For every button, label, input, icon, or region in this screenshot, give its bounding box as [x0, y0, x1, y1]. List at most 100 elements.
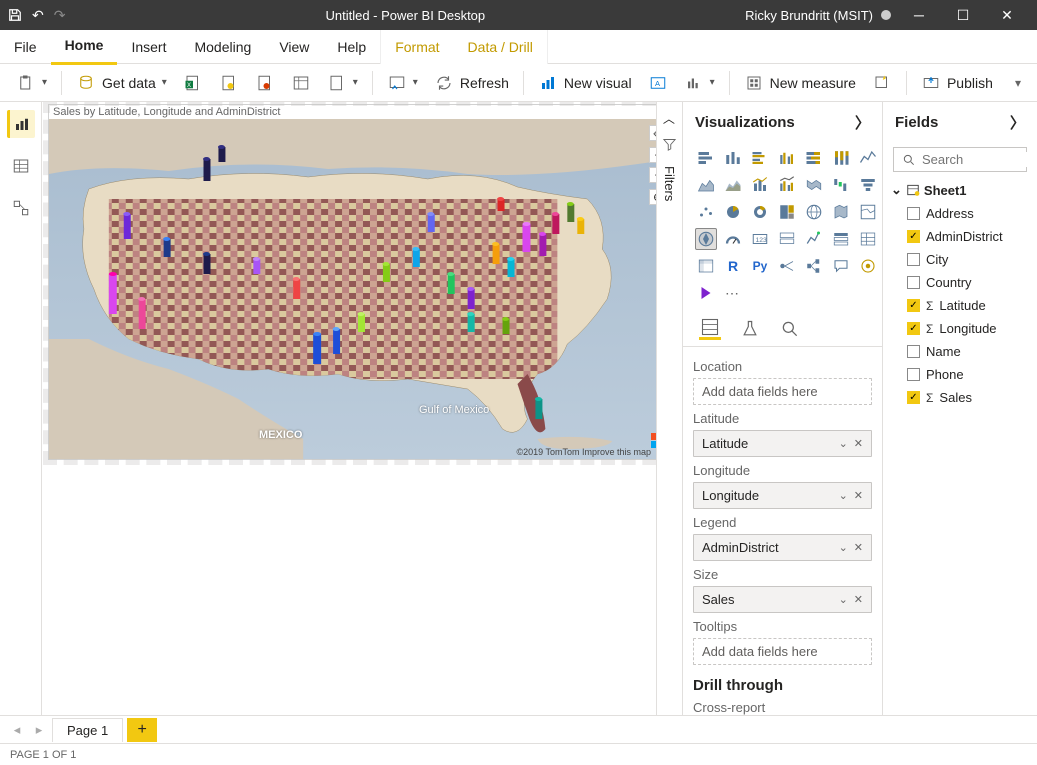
- pbi-datasets-button[interactable]: [213, 69, 245, 97]
- menu-insert[interactable]: Insert: [117, 30, 180, 64]
- longitude-well[interactable]: Longitude⌄✕: [693, 482, 872, 509]
- more-visuals-icon[interactable]: ⋯: [722, 282, 744, 304]
- sql-button[interactable]: [249, 69, 281, 97]
- field-admindistrict[interactable]: AdminDistrict: [891, 225, 1029, 248]
- py-visual-icon[interactable]: Py: [749, 255, 771, 277]
- model-view-button[interactable]: [7, 194, 35, 222]
- decomposition-icon[interactable]: [803, 255, 825, 277]
- tooltips-well[interactable]: Add data fields here: [693, 638, 872, 665]
- slicer-icon[interactable]: [830, 228, 852, 250]
- recent-button[interactable]: ▾: [321, 69, 364, 97]
- shape-map-icon[interactable]: [857, 201, 879, 223]
- ribbon-overflow[interactable]: ▾: [1009, 72, 1027, 94]
- treemap-icon[interactable]: [776, 201, 798, 223]
- field-name[interactable]: Name: [891, 340, 1029, 363]
- arcgis-icon[interactable]: [857, 255, 879, 277]
- paste-button[interactable]: ▾: [10, 69, 53, 97]
- maximize-button[interactable]: ☐: [941, 7, 985, 24]
- user-name[interactable]: Ricky Brundritt (MSIT): [745, 8, 891, 23]
- donut-icon[interactable]: [749, 201, 771, 223]
- stacked-column-icon[interactable]: [722, 147, 744, 169]
- pie-icon[interactable]: [722, 201, 744, 223]
- close-button[interactable]: ✕: [985, 7, 1029, 24]
- map-visual[interactable]: Sales by Latitude, Longitude and AdminDi…: [48, 104, 656, 460]
- multirow-card-icon[interactable]: [776, 228, 798, 250]
- add-page-button[interactable]: +: [127, 718, 157, 742]
- map-compass-icon[interactable]: ⊕: [649, 189, 656, 205]
- scatter-icon[interactable]: [695, 201, 717, 223]
- field-longitude[interactable]: ΣLongitude: [891, 317, 1029, 340]
- getdata-button[interactable]: Get data▾: [70, 69, 173, 97]
- textbox-button[interactable]: A: [642, 69, 674, 97]
- line-stacked-icon[interactable]: [749, 174, 771, 196]
- legend-well[interactable]: AdminDistrict⌄✕: [693, 534, 872, 561]
- menu-file[interactable]: File: [0, 30, 51, 64]
- excel-button[interactable]: X: [177, 69, 209, 97]
- format-tab-icon[interactable]: [739, 318, 761, 340]
- line-clustered-icon[interactable]: [776, 174, 798, 196]
- filters-pane-collapsed[interactable]: 〈 Filters: [656, 102, 682, 715]
- enterdata-button[interactable]: [285, 69, 317, 97]
- menu-view[interactable]: View: [265, 30, 323, 64]
- stacked-area-icon[interactable]: [722, 174, 744, 196]
- map-zoom-in[interactable]: +: [649, 147, 656, 163]
- stacked-bar100-icon[interactable]: [803, 147, 825, 169]
- key-influencers-icon[interactable]: [776, 255, 798, 277]
- map-zoom-out[interactable]: −: [649, 167, 656, 183]
- area-icon[interactable]: [695, 174, 717, 196]
- fields-pane-collapse-icon[interactable]: 〉: [1010, 112, 1025, 133]
- newvisual-button[interactable]: New visual: [532, 69, 638, 97]
- redo-icon[interactable]: ↷: [54, 7, 66, 24]
- field-latitude[interactable]: ΣLatitude: [891, 294, 1029, 317]
- report-view-button[interactable]: [7, 110, 35, 138]
- tabs-next-icon[interactable]: ▸: [30, 722, 48, 738]
- analytics-tab-icon[interactable]: [779, 318, 801, 340]
- viz-pane-collapse-icon[interactable]: 〉: [855, 112, 870, 133]
- table-icon[interactable]: [857, 228, 879, 250]
- refresh-button[interactable]: Refresh: [428, 69, 515, 97]
- menu-datadrill[interactable]: Data / Drill: [454, 30, 547, 64]
- undo-icon[interactable]: ↶: [32, 7, 44, 24]
- menu-format[interactable]: Format: [381, 30, 453, 64]
- tabs-prev-icon[interactable]: ◂: [8, 722, 26, 738]
- map-icon[interactable]: [803, 201, 825, 223]
- search-input[interactable]: [922, 152, 1037, 167]
- filters-expand-icon[interactable]: 〈: [661, 112, 678, 124]
- field-city[interactable]: City: [891, 248, 1029, 271]
- size-well[interactable]: Sales⌄✕: [693, 586, 872, 613]
- fields-tab-icon[interactable]: [699, 318, 721, 340]
- ribbon-icon[interactable]: [803, 174, 825, 196]
- latitude-well[interactable]: Latitude⌄✕: [693, 430, 872, 457]
- location-well[interactable]: Add data fields here: [693, 378, 872, 405]
- morevisuals-button[interactable]: ▾: [678, 69, 721, 97]
- menu-help[interactable]: Help: [323, 30, 380, 64]
- card-icon[interactable]: 123: [749, 228, 771, 250]
- menu-modeling[interactable]: Modeling: [180, 30, 265, 64]
- page-tab-1[interactable]: Page 1: [52, 718, 123, 742]
- minimize-button[interactable]: ─: [897, 7, 941, 23]
- data-view-button[interactable]: [7, 152, 35, 180]
- quickmeasure-button[interactable]: [866, 69, 898, 97]
- fields-search[interactable]: [893, 147, 1027, 172]
- funnel-icon[interactable]: [857, 174, 879, 196]
- clustered-column-icon[interactable]: [776, 147, 798, 169]
- stacked-col100-icon[interactable]: [830, 147, 852, 169]
- field-sales[interactable]: ΣSales: [891, 386, 1029, 409]
- powerapps-icon[interactable]: [695, 282, 717, 304]
- r-visual-icon[interactable]: R: [722, 255, 744, 277]
- kpi-icon[interactable]: [803, 228, 825, 250]
- gauge-icon[interactable]: [722, 228, 744, 250]
- field-phone[interactable]: Phone: [891, 363, 1029, 386]
- map-area[interactable]: Gulf of Mexico MEXICO ◈ + − ⊕ ©2019 TomT…: [49, 119, 656, 459]
- matrix-icon[interactable]: [695, 255, 717, 277]
- waterfall-icon[interactable]: [830, 174, 852, 196]
- transform-button[interactable]: ▾: [381, 69, 424, 97]
- field-address[interactable]: Address: [891, 202, 1029, 225]
- table-sheet1[interactable]: ⌄ Sheet1: [891, 178, 1029, 202]
- field-country[interactable]: Country: [891, 271, 1029, 294]
- publish-button[interactable]: Publish: [915, 69, 999, 97]
- save-icon[interactable]: [8, 8, 22, 22]
- qna-icon[interactable]: [830, 255, 852, 277]
- menu-home[interactable]: Home: [51, 28, 118, 65]
- filled-map-icon[interactable]: [830, 201, 852, 223]
